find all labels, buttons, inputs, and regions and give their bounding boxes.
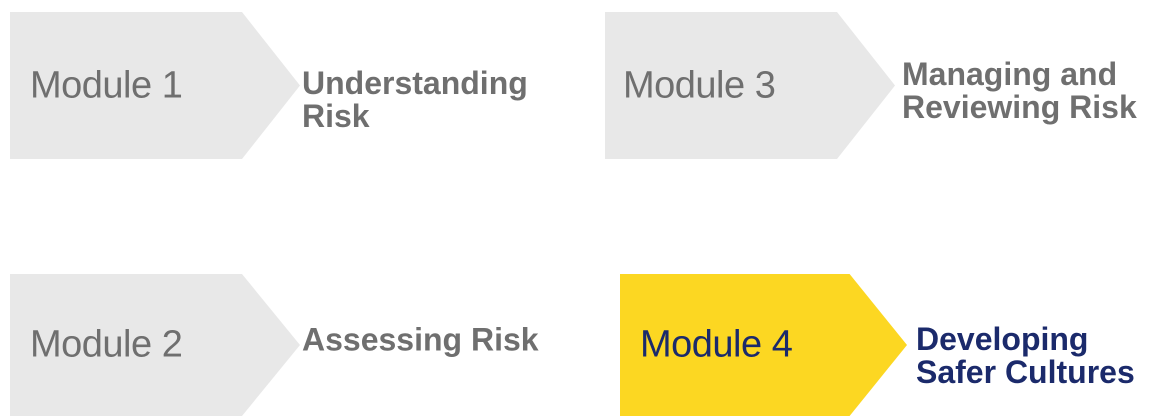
module-4-title-line-1: Developing [916,321,1089,357]
module-2-label: Module 2 [30,323,183,366]
module-4-card[interactable]: Module 4 [620,274,907,416]
module-4-label: Module 4 [640,323,793,366]
module-3-card[interactable]: Module 3 [605,12,895,159]
module-1-title[interactable]: Understanding Risk [302,67,528,133]
module-2-title[interactable]: Assessing Risk [302,321,539,358]
module-3-title-line-1: Managing and [902,56,1118,92]
module-4-title-line-2: Safer Cultures [916,354,1135,390]
module-2-title-line-1: Assessing Risk [302,321,539,358]
module-1-title-line-1: Understanding [302,65,528,101]
module-3-title[interactable]: Managing and Reviewing Risk [902,58,1137,124]
module-2-card[interactable]: Module 2 [10,274,300,416]
module-3-title-line-2: Reviewing Risk [902,89,1137,125]
module-1-label: Module 1 [30,64,183,106]
module-3-label: Module 3 [623,64,776,106]
module-4-title[interactable]: Developing Safer Cultures [916,323,1135,389]
module-1-card[interactable]: Module 1 [10,12,300,159]
module-1-title-line-2: Risk [302,98,370,134]
